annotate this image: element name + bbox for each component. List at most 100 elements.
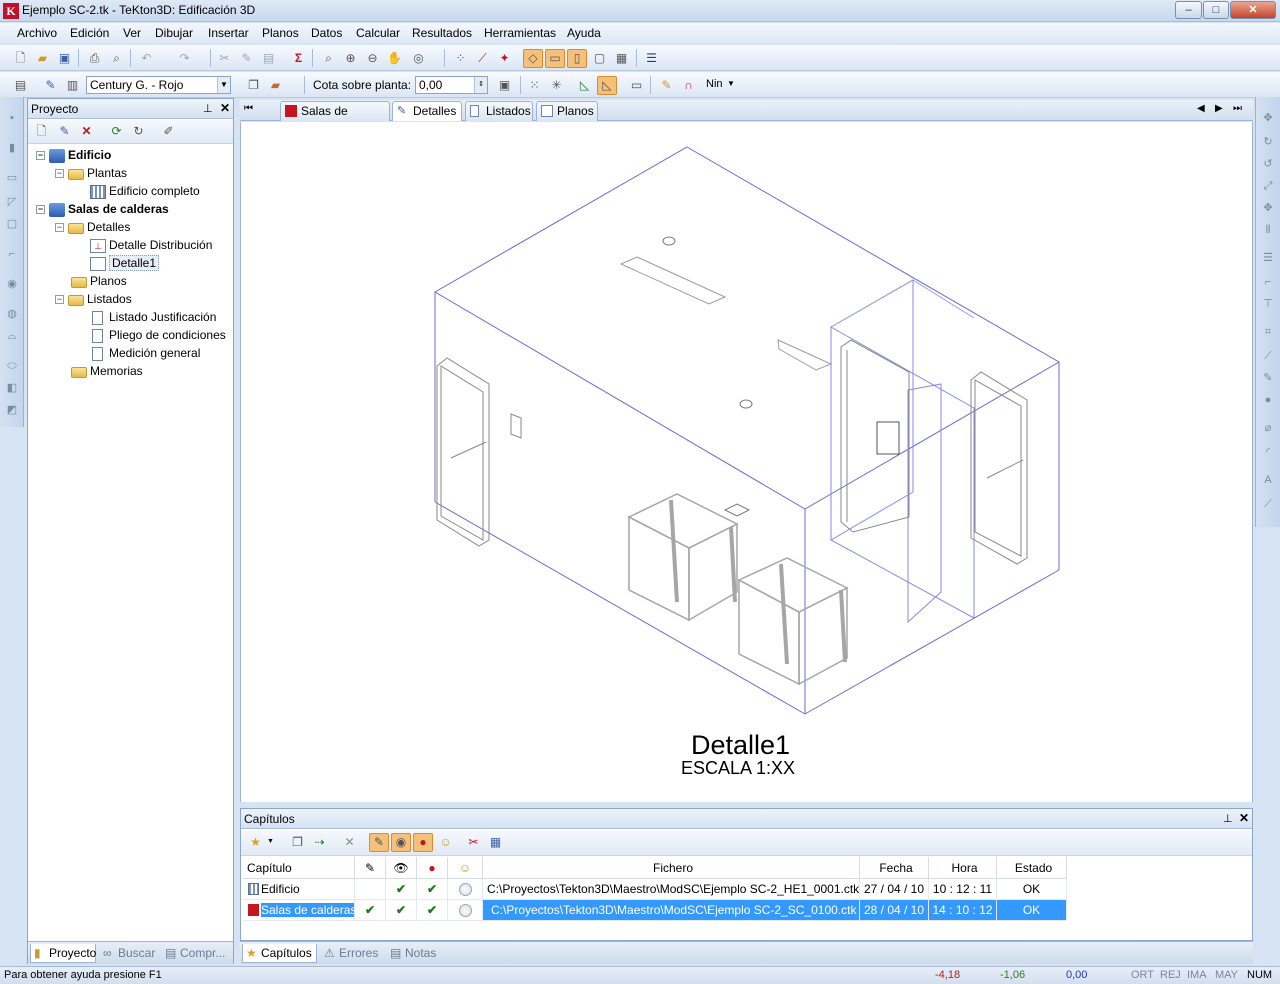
scale-icon[interactable]: ⤢ [1261, 179, 1275, 193]
extend-icon[interactable]: ⊤ [1261, 297, 1275, 311]
wall-icon[interactable]: ▮ [5, 141, 19, 155]
new-file-icon[interactable]: 🗋 [12, 50, 29, 67]
view-plan-icon[interactable]: ▭ [545, 49, 565, 68]
cut-icon[interactable]: ✂ [216, 50, 233, 67]
link-icon[interactable]: ✐ [160, 123, 177, 140]
menu-dibujar[interactable]: Dibujar [155, 26, 193, 40]
status-num[interactable]: NUM [1247, 967, 1272, 984]
view-3d-icon[interactable]: ◇ [523, 49, 543, 68]
window-icon[interactable]: ▭ [5, 171, 19, 185]
snap-grid-icon[interactable]: ✳ [548, 77, 565, 94]
close-panel-icon[interactable]: ✕ [1239, 811, 1249, 825]
save-icon[interactable]: ▣ [56, 50, 73, 67]
star-icon[interactable]: ★ [247, 834, 264, 851]
stack-layers-icon[interactable]: ☰ [643, 50, 660, 67]
sync-icon[interactable]: ↻ [130, 123, 147, 140]
rotate-icon[interactable]: ↻ [1261, 135, 1275, 149]
sink-icon[interactable]: ⌓ [5, 329, 19, 343]
col-edit-icon[interactable]: ✎ [355, 857, 386, 879]
ortho-icon[interactable]: ◺ [576, 77, 593, 94]
point-icon[interactable]: ● [1261, 393, 1275, 407]
room-icon[interactable]: ▢ [5, 217, 19, 231]
door-icon[interactable]: ◸ [5, 195, 19, 209]
edit-item-icon[interactable]: ✎ [56, 123, 73, 140]
ruler-icon[interactable]: ▭ [628, 77, 645, 94]
col-eye-icon[interactable]: 👁 [386, 857, 417, 879]
next-tab-icon[interactable]: ▶ [1215, 103, 1223, 114]
collapse-icon[interactable]: − [55, 169, 64, 179]
collapse-icon[interactable]: − [55, 223, 64, 233]
tools-icon[interactable]: ✂ [465, 834, 482, 851]
pencil-icon[interactable]: ✎ [658, 77, 675, 94]
pin-icon[interactable]: ⊥ [203, 102, 213, 115]
last-tab-icon[interactable]: ⏭ [1233, 103, 1242, 114]
cota-input[interactable]: 0,00 ⇕ [415, 76, 488, 94]
paste-style-icon[interactable]: ▰ [267, 77, 284, 94]
col-fecha[interactable]: Fecha [860, 857, 929, 879]
menu-ayuda[interactable]: Ayuda [567, 26, 601, 40]
zoom-out-icon[interactable]: ⊖ [364, 50, 381, 67]
col-hora[interactable]: Hora [929, 857, 997, 879]
delete-icon[interactable]: ✕ [341, 834, 358, 851]
edit-icon[interactable]: ✎ [238, 50, 255, 67]
rotate-3d-icon[interactable]: ↺ [1261, 157, 1275, 171]
cell-hora[interactable]: 10 : 12 : 11 [929, 879, 997, 900]
fillet-icon[interactable]: ◜ [1261, 445, 1275, 459]
col-estado[interactable]: Estado [997, 857, 1067, 879]
pin-icon[interactable]: ✦ [496, 50, 513, 67]
cell-edit[interactable]: ✔ [355, 900, 386, 921]
redo-icon[interactable]: ↷ [176, 50, 193, 67]
zoom-icon[interactable]: ⌕ [320, 50, 337, 67]
cell-visible[interactable]: ✔ [386, 879, 417, 900]
properties-icon[interactable]: ▤ [12, 77, 29, 94]
sigma-icon[interactable]: Σ [290, 50, 307, 67]
cell-estado[interactable]: OK [997, 900, 1067, 921]
status-rej[interactable]: REJ [1160, 967, 1181, 984]
menu-herramientas[interactable]: Herramientas [484, 26, 556, 40]
tab-notas[interactable]: ▤ Notas [387, 944, 439, 963]
copy-move-icon[interactable]: ✥ [1261, 201, 1275, 215]
mirror-icon[interactable]: ⫴ [1261, 223, 1275, 237]
collapse-icon[interactable]: − [36, 151, 45, 161]
box-icon[interactable]: ◧ [5, 381, 19, 395]
trim-icon[interactable]: ⌐ [1261, 275, 1275, 289]
cell-status[interactable]: ✔ [417, 900, 448, 921]
layers-icon[interactable]: ⁘ [452, 50, 469, 67]
cell-fichero[interactable]: C:\Proyectos\Tekton3D\Maestro\ModSC\Ejem… [483, 900, 860, 921]
copy-icon[interactable]: ❐ [245, 77, 262, 94]
tab-errores[interactable]: ⚠ Errores [321, 944, 383, 963]
cell-edit[interactable] [355, 879, 386, 900]
status-ima[interactable]: IMA [1187, 967, 1207, 984]
menu-datos[interactable]: Datos [311, 26, 342, 40]
minimize-button[interactable]: – [1175, 1, 1202, 19]
col-fichero[interactable]: Fichero [483, 857, 860, 879]
fixture-icon[interactable]: ◍ [5, 307, 19, 321]
tree-item-detalles[interactable]: − Detalles [55, 218, 130, 236]
cell-indicator[interactable] [448, 900, 483, 921]
delete-icon[interactable]: ✕ [78, 123, 95, 140]
chevron-down-icon[interactable]: ▼ [217, 77, 230, 93]
break-icon[interactable]: ⌀ [1261, 421, 1275, 435]
spin-icon[interactable]: ⇕ [474, 77, 487, 93]
tree-item-pliego-de-condiciones[interactable]: Pliego de condiciones [90, 326, 226, 344]
cube-icon[interactable]: ◩ [5, 403, 19, 417]
view-wire-icon[interactable]: ▢ [591, 50, 608, 67]
edit-link-icon[interactable]: ✎ [369, 833, 389, 852]
snap-mode-label[interactable]: Nin [706, 78, 723, 90]
cell-fecha[interactable]: 28 / 04 / 10 [860, 900, 929, 921]
table-icon[interactable]: ▦ [487, 834, 504, 851]
tree-item-edificio[interactable]: − Edificio [36, 146, 111, 164]
tab-capitulos[interactable]: ★ Capítulos [242, 944, 317, 963]
menu-edicion[interactable]: Edición [70, 26, 109, 40]
tab-planos[interactable]: Planos [536, 101, 598, 121]
status-ort[interactable]: ORT [1131, 967, 1154, 984]
cell-indicator[interactable] [448, 879, 483, 900]
chevron-down-icon[interactable]: ▼ [267, 838, 274, 845]
chevron-down-icon[interactable]: ▼ [727, 79, 735, 88]
visibility-icon[interactable]: ◉ [391, 833, 411, 852]
tree-item-medicion-general[interactable]: Medición general [90, 344, 200, 362]
close-panel-icon[interactable]: ✕ [220, 101, 230, 115]
cell-fecha[interactable]: 27 / 04 / 10 [860, 879, 929, 900]
menu-planos[interactable]: Planos [262, 26, 299, 40]
open-folder-icon[interactable]: ▰ [34, 50, 51, 67]
